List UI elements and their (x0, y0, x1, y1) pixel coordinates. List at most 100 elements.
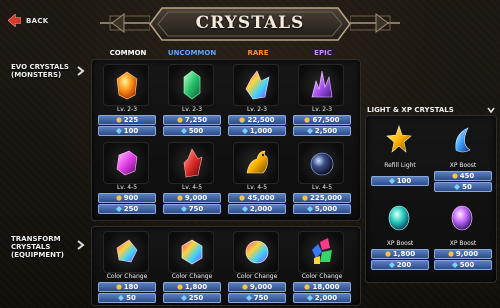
dark-orb-crystal-icon (310, 152, 334, 176)
gem-frame (168, 142, 214, 184)
level-label: Lv. 2-3 (181, 106, 203, 113)
chevron-right-icon (77, 240, 85, 250)
orange-crystal-icon (116, 71, 138, 100)
crystal-price-button[interactable]: 750 (163, 204, 221, 214)
gem-frame (298, 231, 344, 273)
crystal-price: 100 (396, 176, 412, 185)
gem-currency-icon (306, 128, 313, 134)
xp-boost-medium-card[interactable]: XP Boost 1,800 200 (369, 196, 431, 270)
gem-currency-icon (115, 128, 122, 134)
evo-rare-lv23-card[interactable]: Lv. 2-3 22,500 1,000 (226, 62, 288, 136)
gem-frame (376, 120, 422, 162)
gem-frame (298, 142, 344, 184)
gold-price-button[interactable]: 7,250 (163, 115, 221, 125)
gem-currency-icon (180, 295, 187, 301)
evo-uncommon-lv45-card[interactable]: Lv. 4-5 9,000 750 (161, 140, 223, 214)
blue-crescent-crystal-icon (455, 127, 471, 153)
gold-price-button[interactable]: 67,500 (293, 115, 351, 125)
gold-price-button[interactable]: 450 (434, 171, 492, 181)
coin-icon (177, 195, 183, 201)
coin-icon (116, 117, 122, 123)
crystal-price-button[interactable]: 2,000 (293, 293, 351, 303)
evo-common-lv45-card[interactable]: Lv. 4-5 900 250 (96, 140, 158, 214)
left-ornament (100, 13, 150, 33)
evo-common-lv23-card[interactable]: Lv. 2-3 225 100 (96, 62, 158, 136)
evo-uncommon-lv23-card[interactable]: Lv. 2-3 7,250 500 (161, 62, 223, 136)
transform-uncommon-card[interactable]: Color Change 1,800 250 (161, 229, 223, 303)
evo-label-line1: EVO CRYSTALS (11, 63, 69, 71)
crystal-price-button[interactable]: 2,000 (228, 204, 286, 214)
chevron-down-icon[interactable] (487, 106, 495, 114)
crystal-price-button[interactable]: 200 (371, 260, 429, 270)
gold-price-button[interactable]: 1,800 (163, 282, 221, 292)
transform-common-card[interactable]: Color Change 180 50 (96, 229, 158, 303)
gold-price-button[interactable]: 22,500 (228, 115, 286, 125)
transform-rare-card[interactable]: Color Change 9,000 750 (226, 229, 288, 303)
evo-epic-lv45-card[interactable]: Lv. 4-5 225,000 5,000 (291, 140, 353, 214)
transform-label-line1: TRANSFORM (11, 235, 61, 243)
evo-rare-lv45-card[interactable]: Lv. 4-5 45,000 2,000 (226, 140, 288, 214)
crystal-price: 100 (123, 126, 139, 135)
coin-icon (448, 251, 454, 257)
golden-chocobo-crystal-icon (246, 150, 268, 174)
gold-price: 450 (459, 171, 475, 180)
gem-frame (168, 64, 214, 106)
crystal-price-button[interactable]: 750 (228, 293, 286, 303)
crystal-price-button[interactable]: 50 (98, 293, 156, 303)
gem-frame (103, 142, 149, 184)
gold-price-button[interactable]: 225 (98, 115, 156, 125)
level-label: Color Change (106, 273, 148, 280)
level-label: Lv. 4-5 (116, 184, 138, 191)
coin-icon (304, 117, 311, 123)
evo-epic-lv23-card[interactable]: Lv. 2-3 67,500 2,500 (291, 62, 353, 136)
chevron-right-icon (77, 66, 85, 76)
pink-transform-crystal-icon (116, 239, 138, 263)
crystal-price-button[interactable]: 250 (98, 204, 156, 214)
coin-icon (239, 195, 246, 201)
crystal-price-button[interactable]: 5,000 (293, 204, 351, 214)
crystal-price: 1,000 (249, 126, 273, 135)
crystal-price-button[interactable]: 100 (371, 176, 429, 186)
gem-currency-icon (388, 178, 395, 184)
xp-boost-large-card[interactable]: XP Boost 9,000 500 (432, 196, 494, 270)
gem-currency-icon (388, 262, 395, 268)
crystal-price-button[interactable]: 100 (98, 126, 156, 136)
coin-icon (242, 284, 248, 290)
transform-epic-card[interactable]: Color Change 18,000 2,000 (291, 229, 353, 303)
gold-price: 1,800 (392, 249, 416, 258)
gold-price-button[interactable]: 180 (98, 282, 156, 292)
gold-price-button[interactable]: 45,000 (228, 193, 286, 203)
gold-price-button[interactable]: 9,000 (434, 249, 492, 259)
xp-boost-small-card[interactable]: XP Boost 450 50 (432, 118, 494, 192)
level-label: Lv. 4-5 (246, 184, 268, 191)
gold-price: 7,250 (184, 115, 208, 124)
column-header-epic: EPIC (314, 49, 332, 57)
gem-frame (233, 142, 279, 184)
right-ornament (350, 13, 400, 33)
item-name: XP Boost (449, 240, 477, 247)
gold-price-button[interactable]: 225,000 (293, 193, 351, 203)
crystal-price: 250 (123, 204, 139, 213)
level-label: Color Change (236, 273, 278, 280)
crystal-price-button[interactable]: 500 (434, 260, 492, 270)
item-name: XP Boost (386, 240, 414, 247)
gold-price-button[interactable]: 9,000 (163, 193, 221, 203)
gem-currency-icon (180, 128, 187, 134)
crystal-price-button[interactable]: 2,500 (293, 126, 351, 136)
crystal-price-button[interactable]: 50 (434, 182, 492, 192)
crystal-price: 500 (188, 126, 204, 135)
crystal-price-button[interactable]: 500 (163, 126, 221, 136)
gold-price-button[interactable]: 1,800 (371, 249, 429, 259)
coin-icon (385, 251, 391, 257)
level-label: Color Change (171, 273, 213, 280)
gem-currency-icon (118, 295, 125, 301)
rainbow-crystal-cluster-icon (245, 70, 270, 100)
gold-price-button[interactable]: 18,000 (293, 282, 351, 292)
level-label: Lv. 2-3 (116, 106, 138, 113)
refill-light-card[interactable]: Refill Light 100 (369, 118, 431, 190)
column-header-common: COMMON (109, 49, 147, 57)
crystal-price-button[interactable]: 1,000 (228, 126, 286, 136)
crystal-price-button[interactable]: 250 (163, 293, 221, 303)
gold-price-button[interactable]: 9,000 (228, 282, 286, 292)
gold-price-button[interactable]: 900 (98, 193, 156, 203)
